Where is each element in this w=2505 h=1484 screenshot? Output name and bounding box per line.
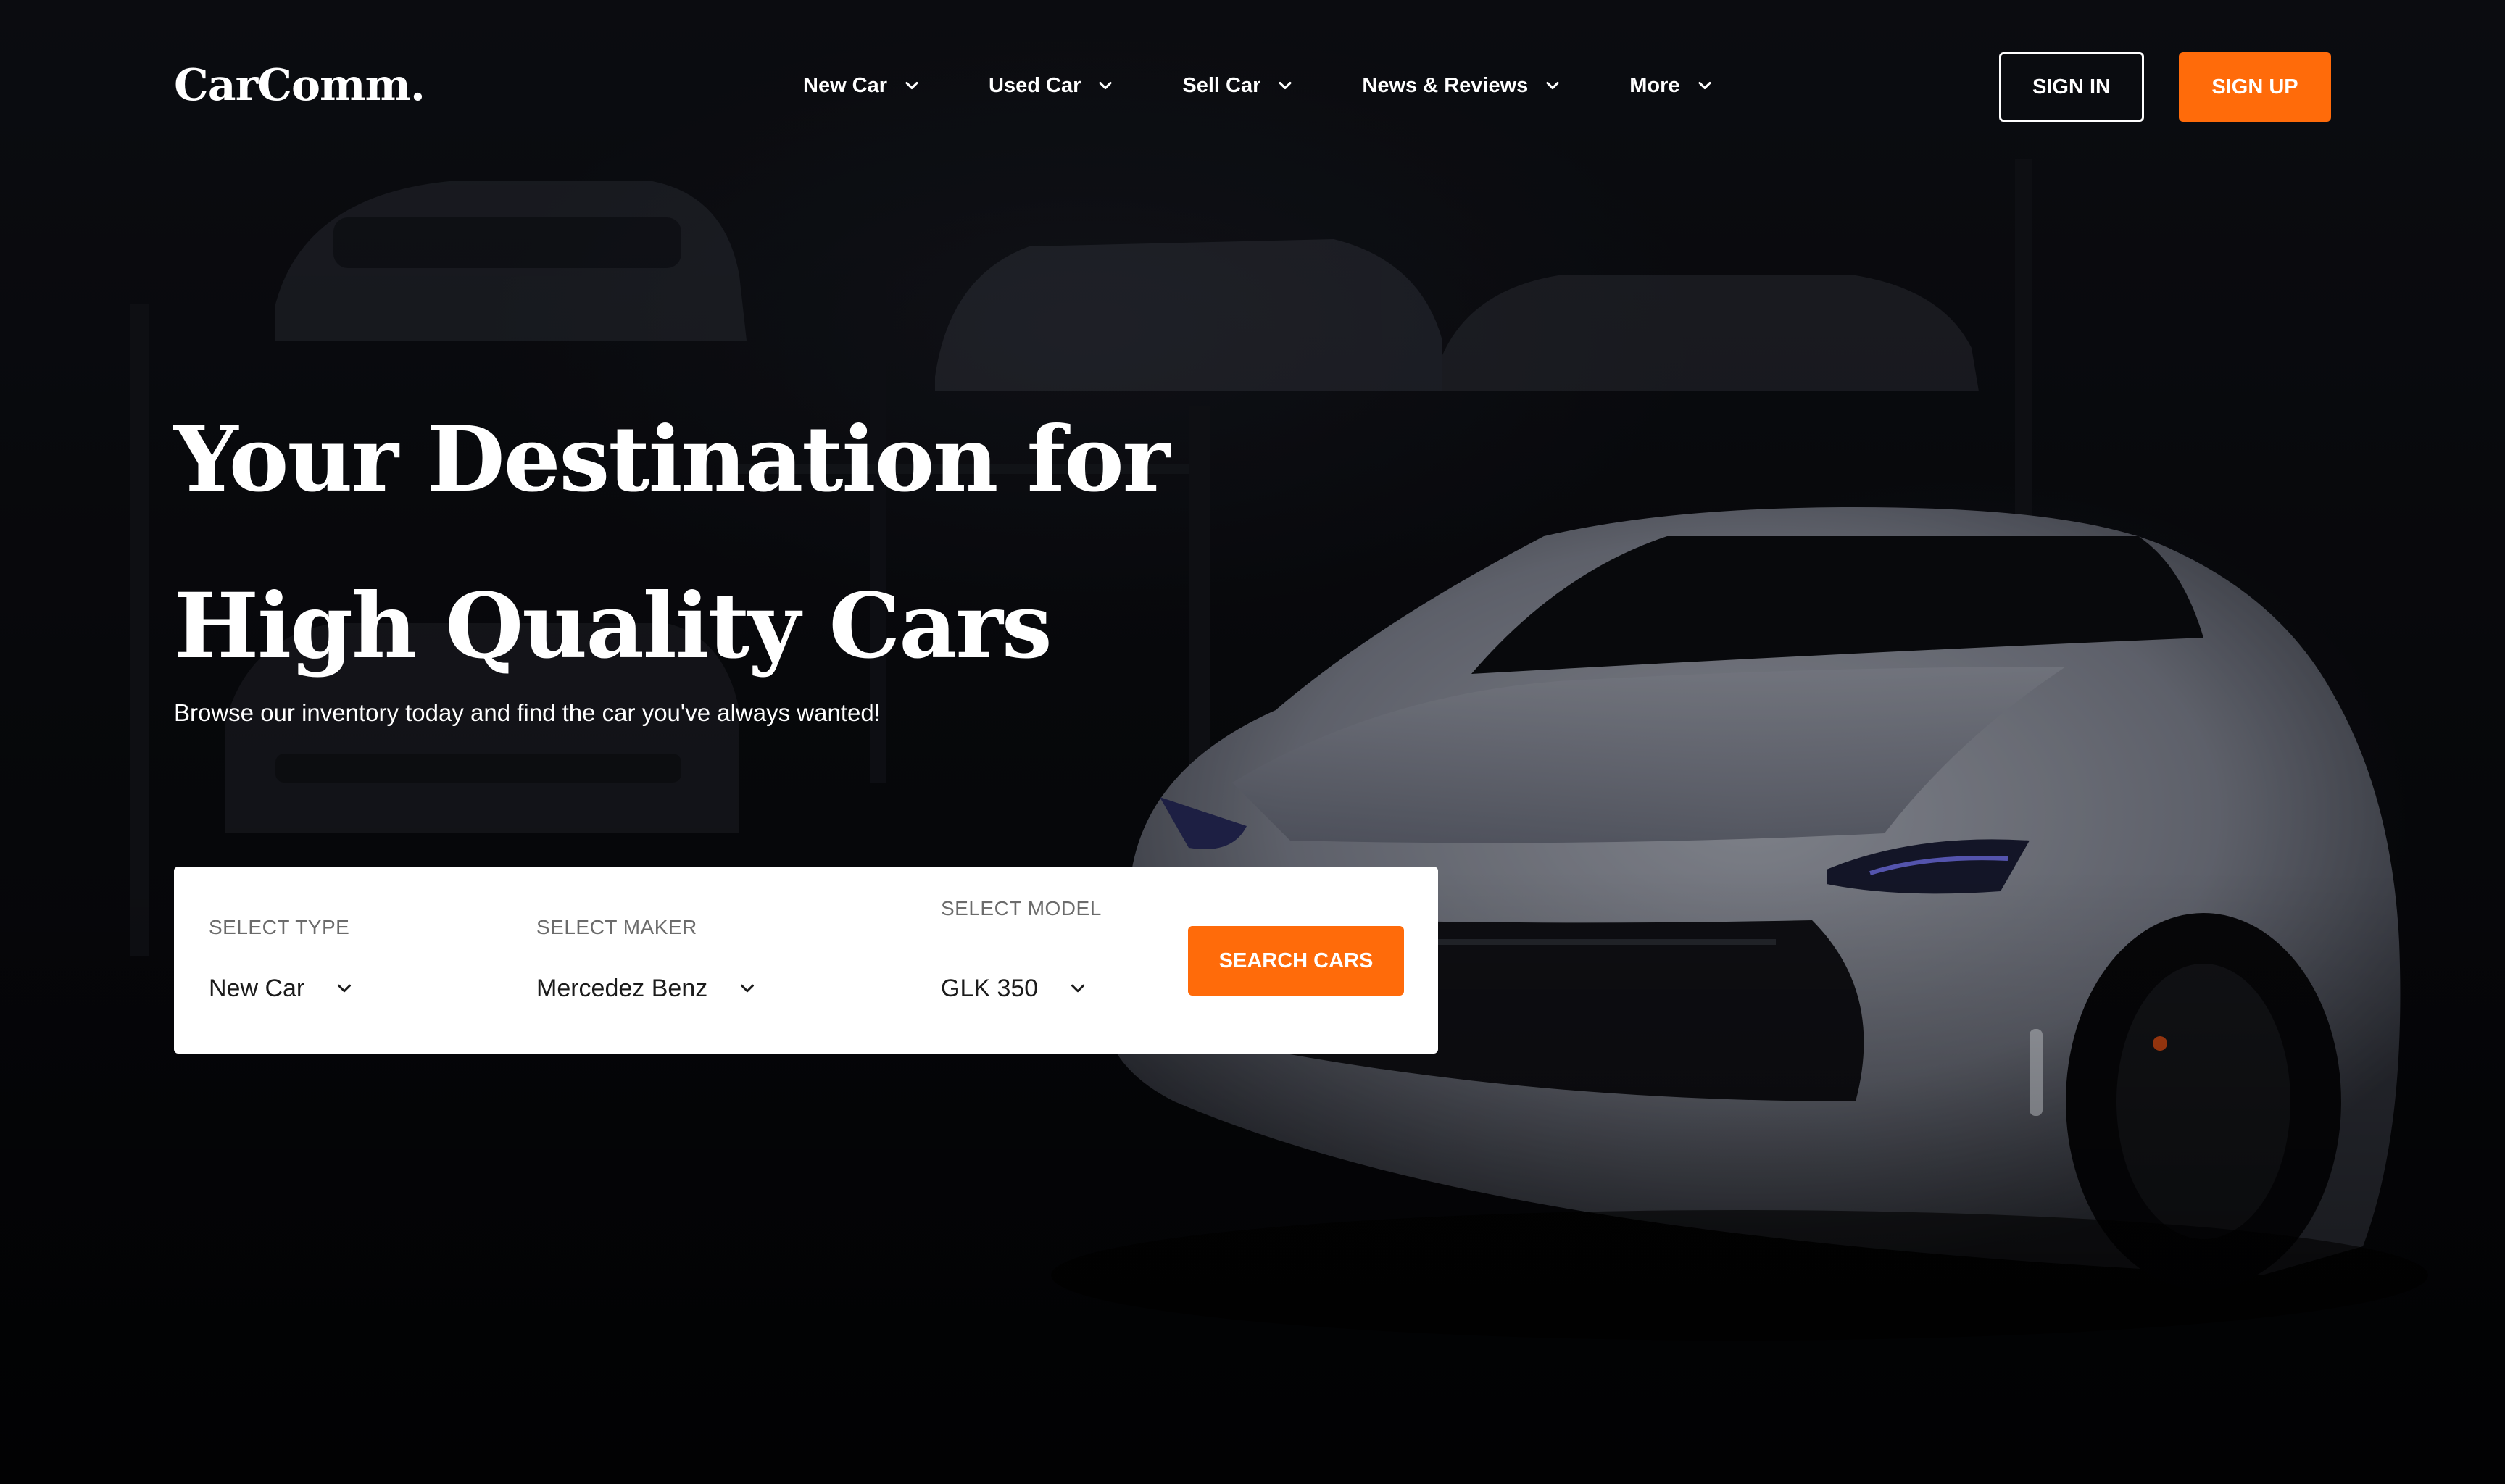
- select-type-value: New Car: [209, 975, 305, 1002]
- nav-item-label: More: [1629, 73, 1680, 97]
- select-model-dropdown[interactable]: SELECT MODEL GLK 350: [941, 896, 1102, 1004]
- sign-in-button[interactable]: SIGN IN: [1999, 52, 2144, 122]
- chevron-down-icon: [333, 977, 355, 999]
- chevron-down-icon: [1275, 75, 1295, 96]
- select-maker-label: SELECT MAKER: [536, 916, 697, 938]
- landing-page: CarComm. New Car Used Car Sell Car News …: [0, 0, 2505, 1484]
- nav-item-sell-car[interactable]: Sell Car: [1182, 74, 1295, 98]
- nav-item-label: Used Car: [989, 73, 1081, 97]
- chevron-down-icon: [1067, 977, 1089, 999]
- nav-item-new-car[interactable]: New Car: [803, 74, 922, 98]
- chevron-down-icon: [1542, 75, 1563, 96]
- hero-title-line-2: High Quality Cars: [174, 574, 1052, 679]
- chevron-down-icon: [1095, 75, 1116, 96]
- search-cars-button[interactable]: SEARCH CARS: [1188, 926, 1404, 996]
- select-maker-value: Mercedez Benz: [536, 975, 708, 1002]
- nav-item-more[interactable]: More: [1629, 74, 1714, 98]
- sign-up-button[interactable]: SIGN UP: [2179, 52, 2331, 122]
- select-model-label: SELECT MODEL: [941, 897, 1102, 920]
- chevron-down-icon: [736, 977, 758, 999]
- nav-item-label: Sell Car: [1182, 73, 1261, 97]
- hero-background-image: [0, 0, 2505, 1484]
- select-model-value-row: GLK 350: [941, 972, 1102, 1004]
- hero-title: Your Destination for High Quality Cars: [174, 377, 1261, 710]
- main-nav: New Car Used Car Sell Car News & Reviews: [803, 65, 1715, 106]
- chevron-down-icon: [902, 75, 922, 96]
- logo[interactable]: CarComm.: [174, 55, 425, 116]
- select-type-dropdown[interactable]: SELECT TYPE New Car: [209, 914, 355, 1004]
- nav-item-label: New Car: [803, 73, 888, 97]
- select-maker-dropdown[interactable]: SELECT MAKER Mercedez Benz: [536, 914, 758, 1004]
- chevron-down-icon: [1695, 75, 1715, 96]
- nav-item-used-car[interactable]: Used Car: [989, 74, 1116, 98]
- select-type-label: SELECT TYPE: [209, 916, 350, 938]
- select-type-value-row: New Car: [209, 972, 355, 1004]
- hero-subtitle: Browse our inventory today and find the …: [174, 699, 881, 726]
- nav-item-label: News & Reviews: [1362, 73, 1529, 97]
- hero-title-line-1: Your Destination for: [174, 407, 1170, 512]
- select-maker-value-row: Mercedez Benz: [536, 972, 758, 1004]
- select-model-value: GLK 350: [941, 975, 1039, 1002]
- nav-item-news-reviews[interactable]: News & Reviews: [1362, 74, 1563, 98]
- car-search-form: SELECT TYPE New Car SELECT MAKER Mercede…: [174, 867, 1438, 1054]
- site-header: CarComm. New Car Used Car Sell Car News …: [0, 0, 2505, 174]
